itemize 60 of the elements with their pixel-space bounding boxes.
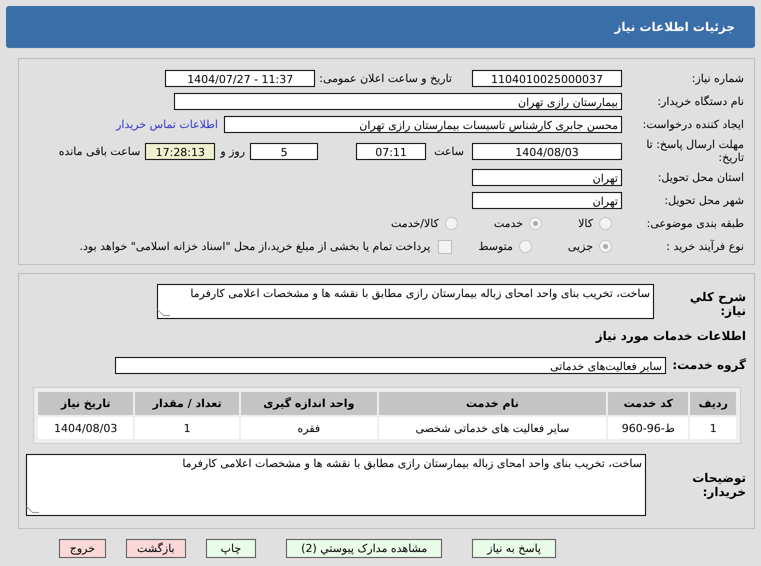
field-label: نوع فرآیند خرید :	[665, 240, 745, 253]
radio-button[interactable]	[529, 217, 542, 230]
table-cell: ط-96-960	[608, 417, 688, 439]
table-cell: 1	[690, 417, 736, 439]
notes-textarea[interactable]: ساخت، تخریب بنای واحد امحای زباله بیمارستان رازی مطابق با نقشه ها و مشخصات اعلامی کارفرما	[26, 454, 646, 516]
province-field: تهران	[472, 169, 622, 186]
need-number-field: 1104010025000037	[472, 70, 622, 87]
field-label: استان محل تحویل:	[656, 171, 745, 184]
radio-label: کالا	[578, 217, 593, 230]
buyer-name-field: بیمارستان رازی تهران	[174, 93, 622, 110]
radio-label: جزیی	[568, 240, 593, 253]
days-field: 5	[250, 142, 318, 160]
field-label: تاریخ و ساعت اعلان عمومی:	[319, 72, 452, 85]
column-header: نام خدمت	[378, 392, 606, 415]
radio-label: کالا/خدمت	[391, 217, 439, 230]
action-button[interactable]: خروج	[58, 539, 106, 558]
summary-textarea[interactable]: ساخت، تخریب بنای واحد امحای زباله بیمارستان رازی مطابق با نقشه ها و مشخصات اعلامی کارفرما	[157, 284, 654, 319]
table-cell: 1404/08/03	[38, 417, 134, 439]
table-cell: 1	[135, 417, 239, 439]
table-cell: فقره	[240, 417, 377, 439]
field-label: ایجاد کننده درخواست:	[642, 118, 745, 131]
service-group-field: سایر فعالیت‌های خدماتی	[115, 356, 666, 374]
radio-label: متوسط	[478, 240, 513, 253]
deadline-time-field: 07:11	[356, 142, 426, 160]
remaining-time-field: 17:28:13	[145, 142, 216, 160]
field-label: طبقه بندی موضوعی:	[646, 217, 745, 230]
table-cell: سایر فعالیت های خدماتی شخصی	[378, 417, 606, 439]
action-button[interactable]: بازگشت	[126, 539, 186, 558]
column-header: واحد اندازه گیری	[240, 392, 377, 415]
announce-date-field: 1404/07/27 - 11:37	[165, 70, 316, 87]
days-label: روز و	[218, 144, 246, 158]
page-title: جزئیات اطلاعات نیاز	[614, 20, 735, 34]
column-header: کد خدمت	[608, 392, 688, 415]
action-button[interactable]: مشاهده مدارک پیوستي (2)	[286, 539, 442, 558]
city-field: تهران	[472, 192, 622, 209]
field-label: مهلت ارسال پاسخ: تا تاریخ:	[645, 138, 745, 164]
field-label: نام دستگاه خریدار:	[656, 95, 745, 108]
radio-button[interactable]	[518, 240, 532, 253]
field-label: شهر محل تحویل:	[663, 194, 745, 207]
time-label: ساعت	[433, 144, 465, 158]
field-label: شماره نیاز:	[690, 72, 745, 85]
radio-button[interactable]	[599, 240, 612, 253]
field-label: گروه خدمت:	[671, 358, 747, 372]
section-heading: اطلاعات خدمات مورد نیاز	[596, 328, 747, 342]
action-button[interactable]: پاسخ به نیاز	[472, 539, 556, 558]
checkbox[interactable]	[438, 240, 452, 254]
radio-label: خدمت	[494, 217, 524, 230]
radio-button[interactable]	[599, 217, 612, 230]
column-header: تاریخ نیاز	[38, 392, 134, 415]
deadline-date-field: 1404/08/03	[472, 142, 622, 160]
buyer-contact-link[interactable]: اطلاعات تماس خریدار	[116, 118, 218, 131]
action-button[interactable]: چاپ	[206, 539, 256, 558]
radio-button[interactable]	[444, 217, 458, 230]
field-label: توضیحات خریدار:	[691, 471, 747, 499]
remaining-label: ساعت باقی مانده	[58, 144, 142, 158]
column-header: ردیف	[690, 392, 736, 415]
payment-note: پرداخت تمام یا بخشی از مبلغ خرید،از محل "اسناد خزانه اسلامی" خواهد بود.	[80, 240, 430, 253]
field-label: شرح کلي نياز:	[688, 290, 747, 318]
column-header: تعداد / مقدار	[135, 392, 239, 415]
creator-field: محسن جابری کارشناس تاسیسات بیمارستان رازی تهران	[224, 116, 622, 133]
